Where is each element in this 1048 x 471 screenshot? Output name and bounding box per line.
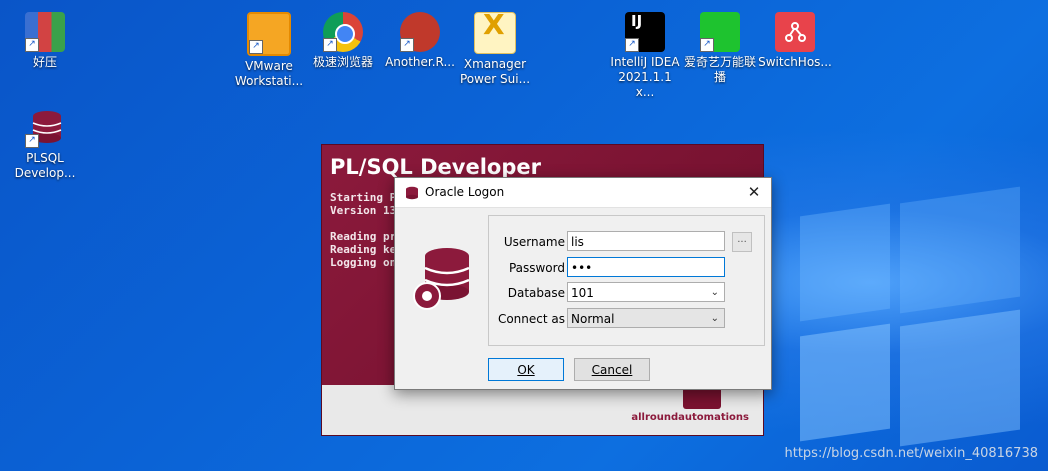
database-select[interactable]: 101 ⌄ [567, 282, 725, 302]
wallpaper-pane [800, 323, 890, 442]
desktop-icon-iqiyi[interactable]: ↗ 爱奇艺万能联播 [683, 12, 757, 85]
ok-button[interactable]: OK [488, 358, 564, 381]
desktop-icon-label: IntelliJ IDEA 2021.1.1 x... [610, 55, 680, 99]
browser-icon: ↗ [323, 12, 363, 52]
oracle-logon-dialog: Oracle Logon ✕ Username lis ... Password… [394, 177, 772, 390]
vmware-icon: ↗ [247, 12, 291, 56]
xmanager-icon: X [474, 11, 516, 54]
shortcut-arrow-icon: ↗ [249, 40, 263, 54]
desktop-icon-label: Another.R... [385, 55, 455, 69]
wallpaper-pane [900, 186, 1020, 314]
cancel-button-label: Cancel [591, 363, 633, 377]
redis-icon: ↗ [400, 12, 440, 52]
watermark-text: https://blog.csdn.net/weixin_40816738 [784, 446, 1038, 461]
archive-icon: ↗ [25, 12, 65, 52]
cancel-button[interactable]: Cancel [574, 358, 650, 381]
splash-title: PL/SQL Developer [330, 155, 541, 179]
splash-status-text: Starting Pl Version 13 Reading pr Readin… [330, 191, 403, 269]
username-label: Username [503, 235, 565, 249]
wallpaper-pane [800, 203, 890, 322]
allround-logo-icon [683, 387, 721, 409]
username-input[interactable]: lis [567, 231, 725, 251]
desktop-icon-label: PLSQL Develop... [14, 151, 76, 180]
browse-button[interactable]: ... [732, 232, 752, 252]
password-label: Password [508, 261, 565, 275]
database-icon: ↗ [25, 108, 65, 148]
database-icon [406, 186, 418, 200]
desktop-icon-label: 极速浏览器 [312, 55, 373, 69]
password-row: Password ••• [395, 257, 771, 279]
shortcut-arrow-icon: ↗ [323, 38, 337, 52]
shortcut-arrow-icon: ↗ [625, 38, 639, 52]
desktop-icon-label: 爱奇艺万能联播 [683, 55, 756, 84]
switchhosts-icon [775, 12, 815, 52]
desktop-icon-haozip[interactable]: ↗ 好压 [8, 12, 82, 70]
database-value: 101 [571, 286, 594, 300]
desktop-icon-label: SwitchHos... [758, 55, 832, 69]
desktop-icon-plsql[interactable]: ↗ PLSQL Develop... [8, 108, 82, 181]
database-row: Database 101 ⌄ [395, 282, 771, 304]
desktop-icon-vmware[interactable]: ↗ VMware Workstati... [232, 12, 306, 89]
desktop-icon-label: VMware Workstati... [234, 59, 304, 88]
connect-as-row: Connect as Normal ⌄ [395, 308, 771, 330]
username-row: Username lis [395, 231, 771, 253]
iqiyi-icon: ↗ [700, 12, 740, 52]
dialog-title: Oracle Logon [425, 185, 505, 199]
desktop-icon-browser[interactable]: ↗ 极速浏览器 [306, 12, 380, 70]
connect-as-select[interactable]: Normal ⌄ [567, 308, 725, 328]
desktop-icon-intellij[interactable]: IJ ↗ IntelliJ IDEA 2021.1.1 x... [608, 12, 682, 100]
desktop-icon-another-redis[interactable]: ↗ Another.R... [383, 12, 457, 70]
shortcut-arrow-icon: ↗ [400, 38, 414, 52]
chevron-down-icon: ⌄ [710, 313, 719, 324]
wallpaper-pane [900, 309, 1020, 447]
dialog-titlebar[interactable]: Oracle Logon ✕ [395, 178, 771, 208]
desktop-icon-label: 好压 [32, 55, 57, 69]
desktop-icon-xmanager[interactable]: X Xmanager Power Sui... [458, 11, 532, 87]
splash-brand: allroundautomations [631, 412, 749, 423]
desktop-icon-label: Xmanager Power Sui... [459, 57, 531, 86]
connect-as-value: Normal [571, 312, 615, 326]
database-label: Database [507, 286, 565, 300]
shortcut-arrow-icon: ↗ [25, 134, 39, 148]
intellij-icon: IJ ↗ [625, 12, 665, 52]
chevron-down-icon: ⌄ [710, 287, 719, 298]
connect-as-label: Connect as [497, 312, 565, 326]
close-button[interactable]: ✕ [737, 178, 771, 207]
password-input[interactable]: ••• [567, 257, 725, 277]
shortcut-arrow-icon: ↗ [25, 38, 39, 52]
shortcut-arrow-icon: ↗ [700, 38, 714, 52]
ok-button-label: OK [517, 363, 535, 377]
desktop-icon-switchhosts[interactable]: SwitchHos... [758, 12, 832, 70]
